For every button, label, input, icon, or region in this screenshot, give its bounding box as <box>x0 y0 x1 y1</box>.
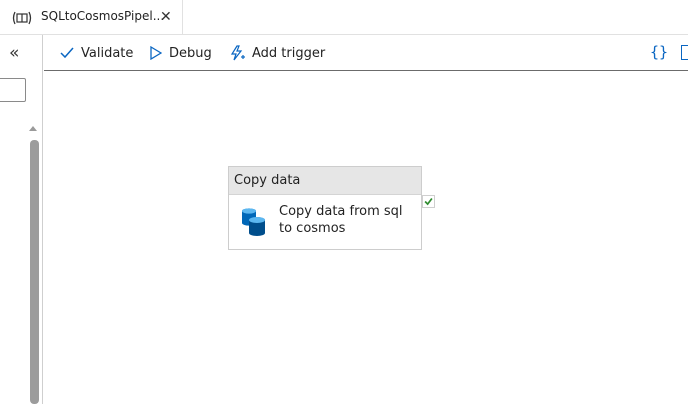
close-icon[interactable]: ✕ <box>160 10 172 24</box>
pipeline-canvas[interactable]: Copy data Copy data from sql to cosmos <box>44 72 688 404</box>
validate-button[interactable]: Validate <box>60 35 133 71</box>
debug-label: Debug <box>169 45 212 61</box>
scroll-up-icon[interactable] <box>29 126 37 131</box>
properties-icon[interactable] <box>681 45 688 60</box>
pipeline-icon <box>12 11 32 25</box>
lightning-icon <box>230 45 245 61</box>
copy-data-activity[interactable]: Copy data Copy data from sql to cosmos <box>228 166 422 250</box>
left-panel: « <box>0 35 43 404</box>
activity-name: Copy data from sql to cosmos <box>279 204 403 236</box>
success-check-icon <box>422 195 435 208</box>
activity-type-label: Copy data <box>234 173 301 188</box>
scrollbar-thumb[interactable] <box>30 140 39 404</box>
play-icon <box>150 46 162 60</box>
collapse-icon[interactable]: « <box>9 45 19 62</box>
search-input[interactable] <box>0 78 26 102</box>
tab-title: SQLtoCosmosPipel... <box>41 9 165 23</box>
add-trigger-label: Add trigger <box>252 45 326 61</box>
code-icon[interactable]: {} <box>650 43 668 61</box>
activity-header: Copy data <box>229 167 421 195</box>
tab-pipeline[interactable]: SQLtoCosmosPipel... ✕ <box>0 0 183 34</box>
copy-database-icon <box>242 208 265 236</box>
pipeline-toolbar: Validate Debug Add trigger {} <box>44 35 688 71</box>
validate-label: Validate <box>81 45 134 61</box>
debug-button[interactable]: Debug <box>150 35 212 71</box>
tab-strip: SQLtoCosmosPipel... ✕ <box>0 0 688 35</box>
checkmark-icon <box>60 47 74 59</box>
add-trigger-button[interactable]: Add trigger <box>229 35 325 71</box>
